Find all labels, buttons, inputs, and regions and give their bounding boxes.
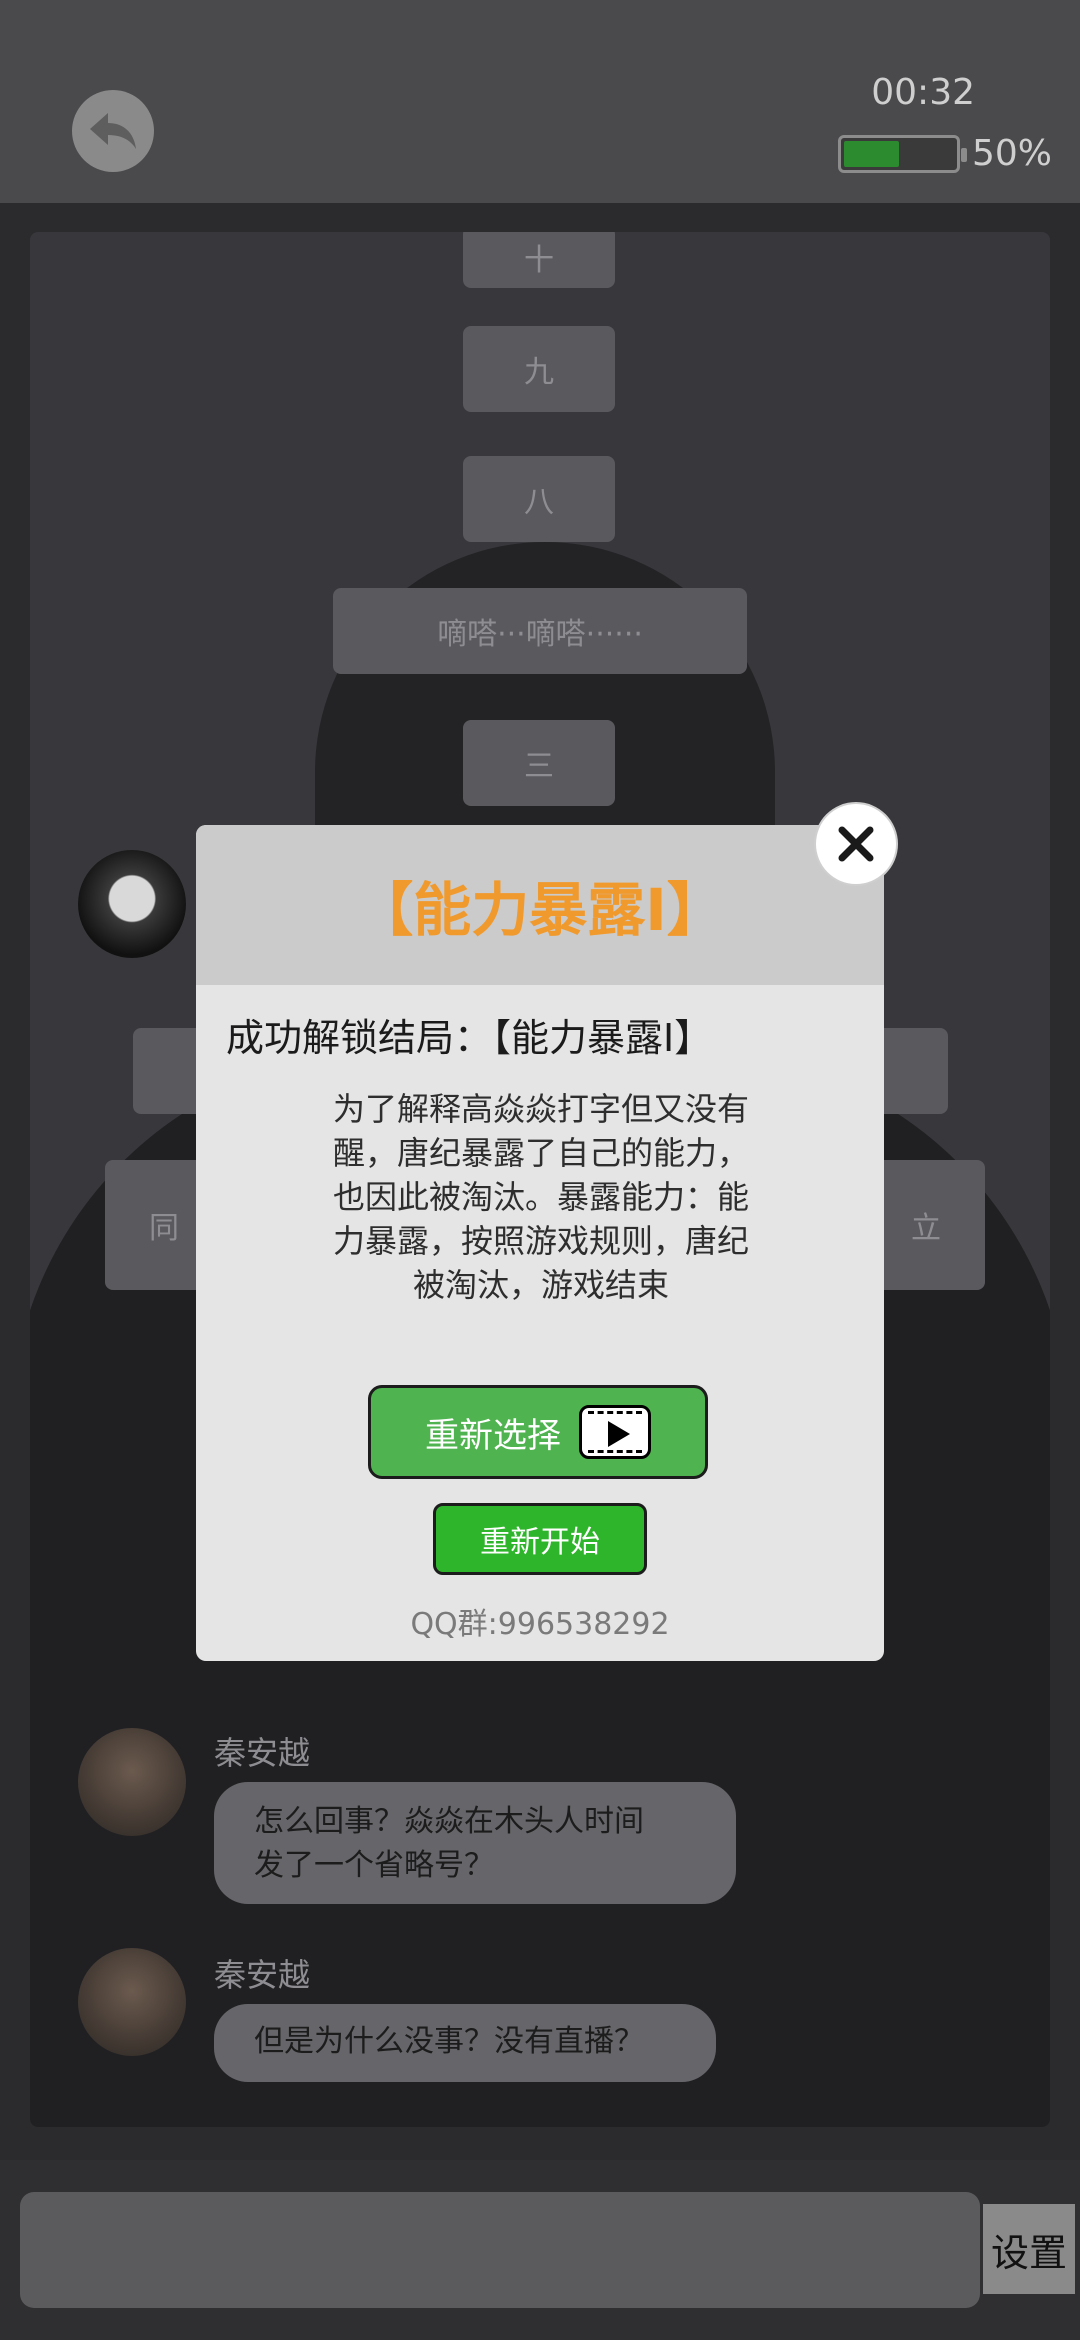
- countdown-timer: 00:32: [871, 72, 975, 113]
- undo-arrow-icon: [90, 113, 136, 149]
- description-line: 醒，唐纪暴露了自己的能力，: [332, 1134, 749, 1172]
- choose-again-button[interactable]: 重新选择: [368, 1385, 708, 1479]
- description-line: 力暴露，按照游戏规则，唐纪: [332, 1222, 749, 1260]
- countdown-pill: 八: [463, 456, 615, 542]
- sender-name: 秦安越: [214, 1956, 311, 1994]
- message-input[interactable]: [20, 2192, 980, 2308]
- ending-unlocked-dialog: 【能力暴露Ⅰ】 成功解锁结局：【能力暴露Ⅰ】 为了解释高焱焱打字但又没有 醒，唐…: [196, 825, 884, 1661]
- top-bar: 00:32 50%: [0, 0, 1080, 203]
- dialog-subtitle: 成功解锁结局：【能力暴露Ⅰ】: [226, 1016, 713, 1060]
- back-button[interactable]: [72, 90, 154, 172]
- dialog-title: 【能力暴露Ⅰ】: [355, 876, 725, 944]
- chat-bubble: 怎么回事？焱焱在木头人时间 发了一个省略号？: [214, 1782, 736, 1904]
- restart-button[interactable]: 重新开始: [433, 1503, 647, 1575]
- avatar[interactable]: [78, 850, 186, 958]
- qq-group-text: QQ群:996538292: [410, 1607, 670, 1642]
- close-x-icon: [838, 826, 874, 862]
- battery-fill: [844, 141, 899, 167]
- sender-name: 秦安越: [214, 1734, 311, 1772]
- description-line: 被淘汰，游戏结束: [412, 1266, 669, 1304]
- avatar[interactable]: [78, 1728, 186, 1836]
- message-line: 发了一个省略号？: [254, 1848, 494, 1883]
- avatar[interactable]: [78, 1948, 186, 2056]
- countdown-pill: 嘀嗒···嘀嗒······: [333, 588, 747, 674]
- description-line: 也因此被淘汰。暴露能力：能: [332, 1178, 749, 1216]
- battery-indicator: [838, 135, 967, 173]
- close-dialog-button[interactable]: [816, 804, 896, 884]
- message-line: 但是为什么没事？没有直播？: [254, 2024, 644, 2059]
- message-line: 怎么回事？焱焱在木头人时间: [254, 1804, 644, 1839]
- battery-nub: [961, 148, 967, 162]
- choose-again-label: 重新选择: [425, 1415, 561, 1456]
- battery-percent: 50%: [972, 133, 1053, 174]
- dialog-header: 【能力暴露Ⅰ】: [196, 825, 884, 985]
- settings-button[interactable]: 设置: [983, 2204, 1075, 2294]
- countdown-pill: 三: [463, 720, 615, 806]
- choice-text: 同: [149, 1211, 179, 1246]
- video-play-icon: [579, 1405, 651, 1459]
- countdown-pill: 十: [463, 232, 615, 288]
- description-line: 为了解释高焱焱打字但又没有: [332, 1090, 749, 1128]
- ending-description: 为了解释高焱焱打字但又没有 醒，唐纪暴露了自己的能力， 也因此被淘汰。暴露能力：…: [306, 1087, 776, 1307]
- chat-bubble: 但是为什么没事？没有直播？: [214, 2004, 716, 2082]
- choice-text: 立: [911, 1211, 941, 1246]
- countdown-pill: 九: [463, 326, 615, 412]
